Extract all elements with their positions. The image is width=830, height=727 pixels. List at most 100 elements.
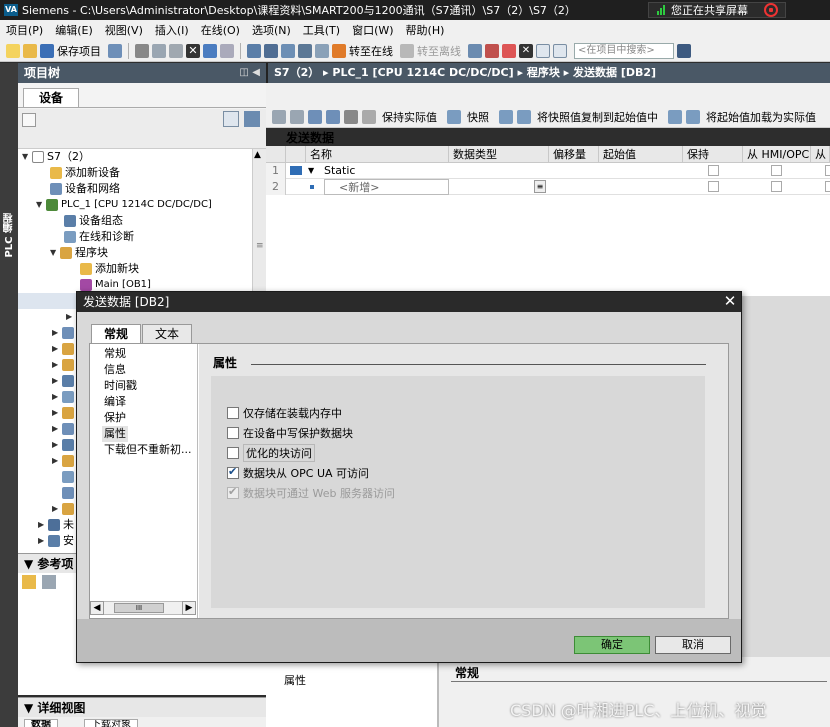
from-checkbox[interactable] — [825, 181, 830, 192]
tree-item-program-blocks[interactable]: ▼ 程序块 — [50, 245, 108, 261]
load-start-as-actual-button[interactable]: 将起始值加载为实际值 — [706, 109, 816, 125]
from-checkbox[interactable] — [825, 165, 830, 176]
hmi-checkbox[interactable] — [771, 165, 782, 176]
simulation-icon[interactable] — [298, 43, 312, 58]
scroll-track[interactable]: III — [104, 601, 182, 615]
start-cpu-icon[interactable] — [485, 43, 499, 58]
monitor-icon[interactable] — [362, 109, 376, 124]
collapsed-arrow-icon[interactable]: ▶ — [52, 341, 62, 357]
collapse-arrow-icon[interactable]: ▼ — [24, 557, 37, 571]
ok-button[interactable]: 确定 — [574, 636, 650, 654]
collapse-panel-icon[interactable]: ◫ ◀ — [239, 63, 260, 83]
menu-tools[interactable]: 工具(T) — [303, 22, 340, 38]
close-icon[interactable]: ✕ — [722, 294, 738, 310]
insert-row-icon[interactable] — [272, 109, 286, 124]
undo-icon[interactable] — [203, 43, 217, 58]
checkbox[interactable] — [227, 427, 239, 439]
table-row[interactable]: 2 <新增> ≡ — [266, 179, 830, 195]
tree-settings-icon[interactable] — [244, 111, 260, 127]
tree-item-collapsed[interactable]: ▶ — [52, 405, 77, 421]
collapsed-arrow-icon[interactable]: ▶ — [52, 389, 62, 405]
open-project-icon[interactable] — [23, 43, 37, 58]
go-offline-icon[interactable] — [400, 43, 414, 58]
collapsed-arrow-icon[interactable]: ▶ — [38, 517, 48, 533]
tree-item-collapsed[interactable]: ▶ — [52, 341, 77, 357]
nav-item-timestamps[interactable]: 时间戳 — [104, 378, 137, 394]
tree-item-collapsed[interactable]: ▶ — [52, 437, 77, 453]
close-reference-icon[interactable] — [42, 575, 56, 589]
nav-item-protection[interactable]: 保护 — [104, 410, 126, 426]
column-header-start-value[interactable]: 起始值 — [599, 146, 683, 163]
detail-view-header[interactable]: ▼ 详细视图 — [18, 697, 266, 717]
collapse-arrow-icon[interactable]: ▼ — [24, 701, 37, 715]
tree-item-leaf[interactable] — [62, 485, 77, 501]
menu-edit[interactable]: 编辑(E) — [55, 22, 93, 38]
tab-download-objects[interactable]: 下载对象 — [84, 719, 138, 727]
scroll-thumb[interactable]: III — [114, 603, 164, 613]
tree-item-collapsed[interactable]: ▶ — [52, 373, 77, 389]
tree-item-plc[interactable]: ▼ PLC_1 [CPU 1214C DC/DC/DC] — [36, 197, 212, 213]
nav-item-general[interactable]: 常规 — [104, 346, 126, 362]
collapsed-arrow-icon[interactable]: ▶ — [52, 501, 62, 517]
expanded-arrow-icon[interactable]: ▼ — [22, 149, 32, 165]
nav-scrollbar[interactable]: ◀ III ▶ — [90, 600, 196, 616]
tree-item-collapsed[interactable]: ▶ — [52, 325, 77, 341]
column-header-from[interactable]: 从 — [811, 146, 830, 163]
expand-icon[interactable] — [308, 109, 322, 124]
option-opc-ua-accessible[interactable]: 数据块从 OPC UA 可访问 — [227, 464, 369, 482]
checkbox-checked[interactable] — [227, 465, 239, 479]
collapsed-arrow-icon[interactable]: ▶ — [38, 533, 48, 549]
redo-icon[interactable] — [220, 43, 234, 58]
tab-general[interactable]: 常规 — [91, 324, 142, 344]
add-row-icon[interactable] — [290, 109, 304, 124]
tab-devices[interactable]: 设备 — [23, 88, 79, 108]
cancel-button[interactable]: 取消 — [655, 636, 731, 654]
menu-project[interactable]: 项目(P) — [6, 22, 43, 38]
project-search-input[interactable]: <在项目中搜索> — [574, 42, 674, 59]
tab-text[interactable]: 文本 — [142, 324, 193, 343]
column-header-datatype[interactable]: 数据类型 — [449, 146, 549, 163]
menu-insert[interactable]: 插入(I) — [155, 22, 189, 38]
collapsed-arrow-icon[interactable]: ▶ — [52, 405, 62, 421]
split-horizontal-icon[interactable] — [536, 43, 550, 58]
tab-data[interactable]: 数据 — [24, 719, 58, 727]
checkbox[interactable] — [227, 447, 239, 459]
snapshot-button[interactable]: 快照 — [467, 109, 489, 125]
stop-cpu-icon[interactable] — [502, 43, 516, 58]
go-offline-button[interactable]: 转至离线 — [417, 43, 461, 59]
overview-icon[interactable] — [223, 111, 239, 127]
expanded-arrow-icon[interactable]: ▼ — [36, 197, 46, 213]
collapsed-arrow-icon[interactable]: ▶ — [52, 325, 62, 341]
collapse-icon[interactable] — [326, 109, 340, 124]
scroll-grip-icon[interactable]: ≡ — [256, 241, 264, 251]
delete-icon[interactable]: ✕ — [186, 43, 200, 58]
cut-icon[interactable] — [135, 43, 149, 58]
compile-icon[interactable] — [247, 43, 261, 58]
menu-view[interactable]: 视图(V) — [105, 22, 143, 38]
option-only-load-memory[interactable]: 仅存储在装载内存中 — [227, 404, 342, 422]
load-start-icon[interactable] — [668, 109, 682, 124]
tree-item-add-block[interactable]: 添加新块 — [80, 261, 139, 277]
cross-reference-icon[interactable]: ✕ — [519, 43, 533, 58]
scroll-left-icon[interactable]: ◀ — [90, 601, 104, 615]
expanded-arrow-icon[interactable]: ▼ — [308, 163, 314, 179]
nav-item-information[interactable]: 信息 — [104, 362, 126, 378]
tree-item-project[interactable]: ▼ S7（2） — [22, 149, 90, 165]
copy-snapshot-to-start-button[interactable]: 将快照值复制到起始值中 — [537, 109, 658, 125]
collapsed-arrow-icon[interactable]: ▶ — [66, 309, 76, 325]
save-project-button[interactable]: 保存项目 — [57, 43, 101, 59]
nav-item-compilation[interactable]: 编译 — [104, 394, 126, 410]
new-row-input[interactable]: <新增> — [324, 179, 449, 195]
collapsed-arrow-icon[interactable]: ▶ — [52, 373, 62, 389]
download-icon[interactable] — [264, 43, 278, 58]
paste-icon[interactable] — [169, 43, 183, 58]
option-optimized-access[interactable]: 优化的块访问 — [227, 444, 315, 462]
tree-item-device-config[interactable]: 设备组态 — [64, 213, 123, 229]
collapsed-arrow-icon[interactable]: ▶ — [52, 421, 62, 437]
menu-window[interactable]: 窗口(W) — [352, 22, 393, 38]
tree-item-add-device[interactable]: 添加新设备 — [50, 165, 120, 181]
nav-item-attributes[interactable]: 属性 — [102, 426, 128, 442]
tree-item-devices-networks[interactable]: 设备和网络 — [50, 181, 120, 197]
new-project-icon[interactable] — [6, 43, 20, 58]
accessible-devices-icon[interactable] — [468, 43, 482, 58]
